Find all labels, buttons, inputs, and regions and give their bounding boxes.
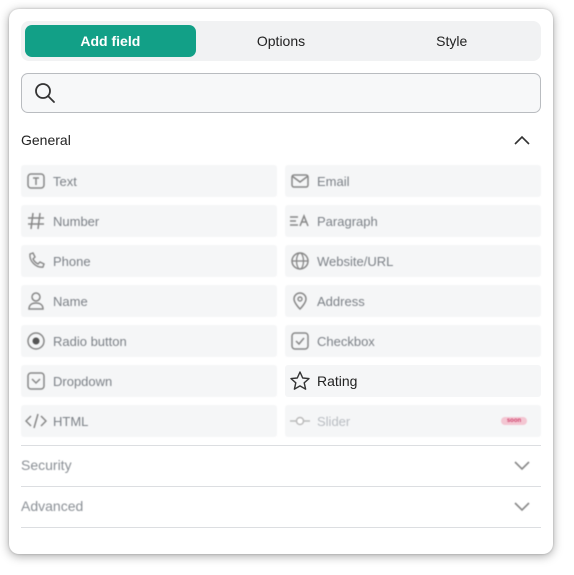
field-label: HTML	[53, 413, 89, 429]
person-icon	[25, 290, 47, 312]
field-radio-button[interactable]: Radio button	[21, 325, 277, 357]
search-input[interactable]	[64, 73, 540, 113]
section-general-header[interactable]: General	[21, 128, 541, 152]
tab-style[interactable]: Style	[366, 25, 537, 57]
code-icon	[25, 410, 47, 432]
tab-options[interactable]: Options	[196, 25, 367, 57]
chevron-down-icon[interactable]	[513, 500, 531, 512]
field-label: Email	[317, 173, 350, 189]
field-text[interactable]: Text	[21, 165, 277, 197]
field-rating[interactable]: Rating	[285, 365, 541, 397]
field-label: Slider	[317, 413, 351, 429]
section-security-label: Security	[21, 457, 72, 473]
divider	[21, 486, 541, 487]
chevron-down-icon[interactable]	[513, 459, 531, 471]
chevron-up-icon[interactable]	[513, 134, 531, 146]
section-advanced-label: Advanced	[21, 498, 84, 514]
hash-icon	[25, 210, 47, 232]
field-label: Rating	[317, 373, 358, 389]
field-name[interactable]: Name	[21, 285, 277, 317]
envelope-icon	[289, 170, 311, 192]
field-html[interactable]: HTML	[21, 405, 277, 437]
divider	[21, 527, 541, 528]
field-label: Dropdown	[53, 373, 113, 389]
field-grid: Text Email Number Paragraph Phone Websit…	[21, 165, 541, 445]
field-label: Phone	[53, 253, 91, 269]
text-box-icon	[25, 170, 47, 192]
search-icon	[35, 83, 55, 103]
field-label: Address	[317, 293, 365, 309]
slider-icon	[289, 410, 311, 432]
field-label: Radio button	[53, 333, 127, 349]
field-number[interactable]: Number	[21, 205, 277, 237]
section-security-header[interactable]: Security	[21, 453, 541, 477]
field-website-url[interactable]: Website/URL	[285, 245, 541, 277]
globe-icon	[289, 250, 311, 272]
field-label: Website/URL	[317, 253, 394, 269]
field-label: Number	[53, 213, 100, 229]
search-box[interactable]	[21, 73, 541, 113]
coming-soon-badge: soon	[501, 417, 527, 425]
star-icon	[289, 370, 311, 392]
checkbox-icon	[289, 330, 311, 352]
field-label: Checkbox	[317, 333, 375, 349]
dropdown-icon	[25, 370, 47, 392]
section-advanced-header[interactable]: Advanced	[21, 494, 541, 518]
field-label: Name	[53, 293, 88, 309]
field-address[interactable]: Address	[285, 285, 541, 317]
field-label: Paragraph	[317, 213, 378, 229]
field-email[interactable]: Email	[285, 165, 541, 197]
field-dropdown[interactable]: Dropdown	[21, 365, 277, 397]
add-field-panel: Add field Options Style General Text Ema…	[9, 9, 553, 554]
tab-add-field[interactable]: Add field	[25, 25, 196, 57]
radio-icon	[25, 330, 47, 352]
tab-bar: Add field Options Style	[21, 21, 541, 61]
field-checkbox[interactable]: Checkbox	[285, 325, 541, 357]
section-general-label: General	[21, 132, 71, 148]
field-paragraph[interactable]: Paragraph	[285, 205, 541, 237]
map-pin-icon	[289, 290, 311, 312]
field-slider: Slider soon	[285, 405, 541, 437]
field-label: Text	[53, 173, 77, 189]
paragraph-icon	[289, 210, 311, 232]
divider	[21, 445, 541, 446]
phone-icon	[25, 250, 47, 272]
field-phone[interactable]: Phone	[21, 245, 277, 277]
